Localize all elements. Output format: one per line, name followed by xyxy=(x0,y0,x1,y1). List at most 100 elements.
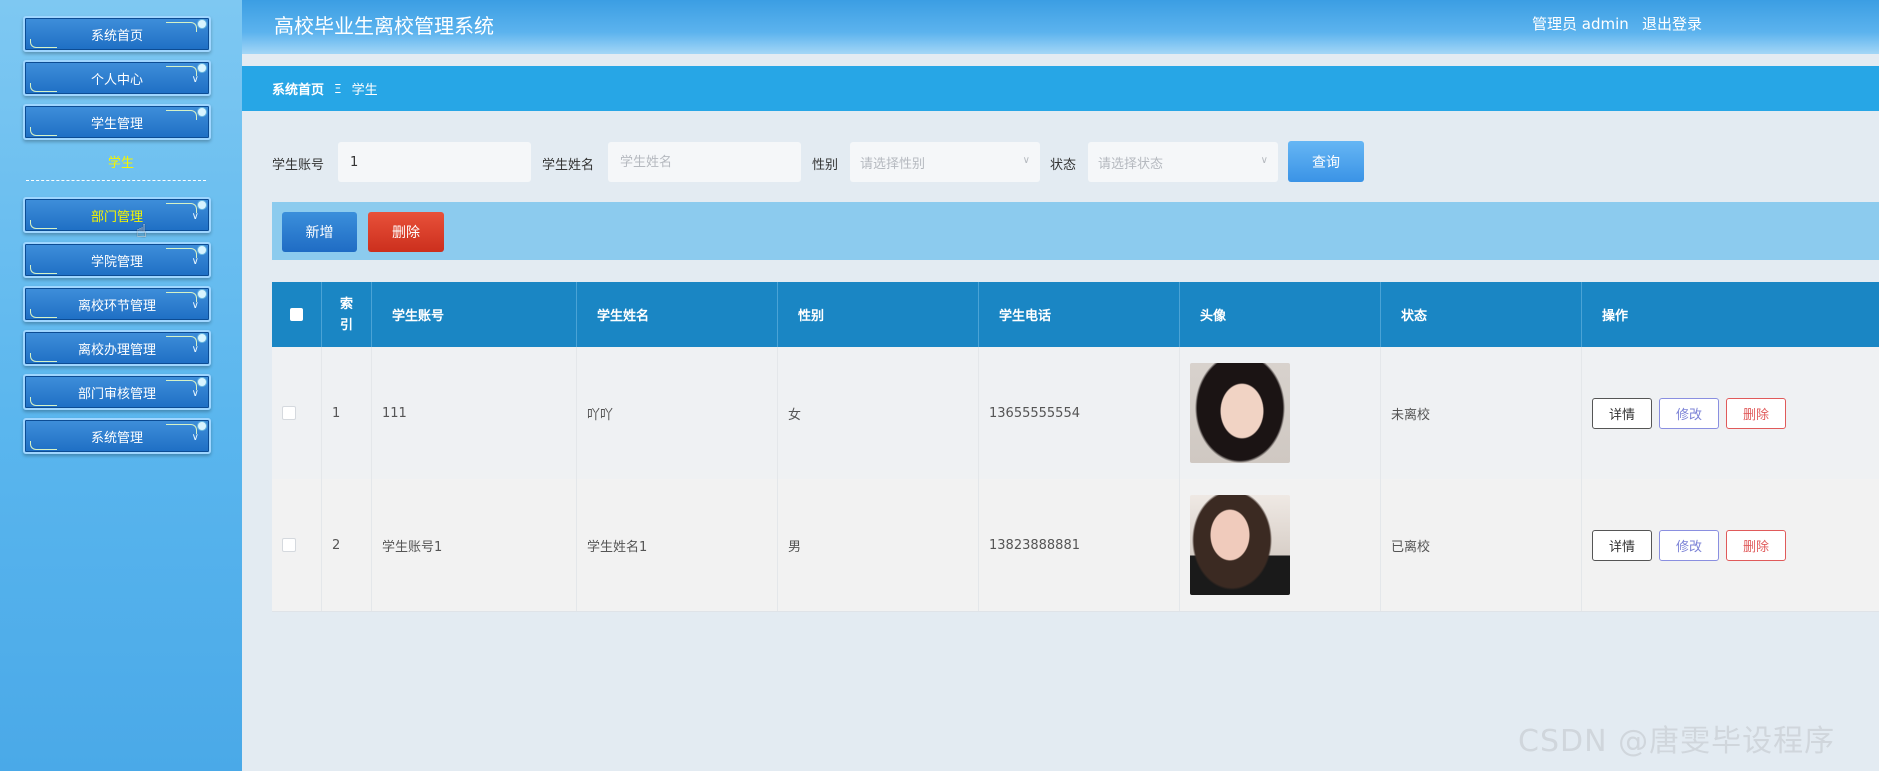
chevron-down-icon: ∨ xyxy=(191,211,199,222)
phone-cell: 13823888881 xyxy=(979,479,1180,611)
sidebar-item-colleges[interactable]: ∨ 学院管理 xyxy=(23,242,211,278)
status-label: 状态 xyxy=(1050,158,1077,173)
select-all-checkbox[interactable] xyxy=(290,308,303,321)
sidebar-item-dept-review[interactable]: ∨ 部门审核管理 xyxy=(23,374,211,410)
row-select-cell xyxy=(272,347,322,479)
dot-icon xyxy=(197,289,207,299)
column-header-avatar: 头像 xyxy=(1180,282,1381,347)
ornament-icon xyxy=(30,265,57,274)
dot-icon xyxy=(197,245,207,255)
detail-button[interactable]: 详情 xyxy=(1592,529,1652,561)
logout-link[interactable]: 退出登录 xyxy=(1642,13,1702,34)
app-title: 高校毕业生离校管理系统 xyxy=(274,14,494,38)
sidebar-item-label: 系统首页 xyxy=(90,28,143,44)
ornament-icon xyxy=(30,397,57,406)
delete-button[interactable]: 删除 xyxy=(1726,529,1786,561)
chevron-down-icon: ∨ xyxy=(191,300,199,311)
students-table: 索 引 学生账号 学生姓名 性别 学生电话 头像 状态 操作 1 111 吖吖 … xyxy=(272,282,1879,612)
watermark: CSDN @唐雯毕设程序 xyxy=(1518,724,1836,759)
sidebar-item-label: 系统管理 xyxy=(90,430,143,446)
delete-button[interactable]: 删除 xyxy=(1726,397,1786,429)
sidebar-item-leave-steps[interactable]: ∨ 离校环节管理 xyxy=(23,286,211,322)
chevron-down-icon: ∨ xyxy=(1260,155,1268,166)
submenu-item-students[interactable]: 学生 xyxy=(0,152,242,171)
student-avatar xyxy=(1190,363,1290,463)
ornament-icon xyxy=(30,220,57,229)
column-header-name: 学生姓名 xyxy=(577,282,778,347)
add-button[interactable]: 新增 xyxy=(282,212,357,252)
dot-icon xyxy=(197,333,207,343)
chevron-down-icon: ∨ xyxy=(191,344,199,355)
student-avatar xyxy=(1190,495,1290,595)
sidebar-item-label: 部门审核管理 xyxy=(77,386,156,402)
ops-cell: 详情 修改 删除 xyxy=(1582,347,1879,479)
breadcrumb-separator-icon: Ξ xyxy=(334,81,342,96)
column-header-index: 索 引 xyxy=(322,282,372,347)
sidebar-item-label: 离校环节管理 xyxy=(77,298,156,314)
ornament-icon xyxy=(30,39,57,48)
divider xyxy=(26,180,206,181)
table-row: 2 学生账号1 学生姓名1 男 13823888881 已离校 详情 修改 删除 xyxy=(272,479,1879,612)
dot-icon xyxy=(197,200,207,210)
sidebar-item-profile[interactable]: ∨ 个人中心 xyxy=(23,60,211,96)
select-all-cell xyxy=(272,282,322,347)
row-select-cell xyxy=(272,479,322,611)
row-checkbox[interactable] xyxy=(282,406,296,420)
status-select-placeholder: 请选择状态 xyxy=(1098,156,1164,172)
gender-label: 性别 xyxy=(812,158,839,173)
query-button[interactable]: 查询 xyxy=(1288,141,1364,182)
column-header-gender: 性别 xyxy=(778,282,979,347)
index-header-line1: 索 xyxy=(339,296,353,312)
index-cell: 1 xyxy=(322,347,372,479)
table-row: 1 111 吖吖 女 13655555554 未离校 详情 修改 删除 xyxy=(272,347,1879,480)
sidebar-item-label: 学院管理 xyxy=(90,254,143,270)
ornament-icon xyxy=(30,309,57,318)
sidebar-item-departments[interactable]: ∨ 部门管理 xyxy=(23,197,211,233)
index-header-line2: 引 xyxy=(339,317,353,333)
name-cell: 吖吖 xyxy=(577,347,778,479)
sidebar-item-home[interactable]: 系统首页 xyxy=(23,16,211,52)
sidebar-item-students[interactable]: 学生管理 xyxy=(23,104,211,140)
dot-icon xyxy=(197,107,207,117)
phone-cell: 13655555554 xyxy=(979,347,1180,479)
ops-cell: 详情 修改 删除 xyxy=(1582,479,1879,611)
name-input[interactable] xyxy=(608,142,801,182)
ornament-icon xyxy=(30,127,57,136)
row-checkbox[interactable] xyxy=(282,538,296,552)
status-select[interactable]: 请选择状态 ∨ xyxy=(1088,142,1278,182)
sidebar-item-leave-processing[interactable]: ∨ 离校办理管理 xyxy=(23,330,211,366)
gender-cell: 女 xyxy=(778,347,979,479)
breadcrumb: 系统首页 Ξ 学生 xyxy=(242,66,1879,111)
sidebar-item-system[interactable]: ∨ 系统管理 xyxy=(23,418,211,454)
action-bar xyxy=(272,202,1879,260)
bulk-delete-button[interactable]: 删除 xyxy=(368,212,444,252)
column-header-ops: 操作 xyxy=(1602,309,1629,324)
dot-icon xyxy=(197,63,207,73)
chevron-down-icon: ∨ xyxy=(191,432,199,443)
chevron-down-icon: ∨ xyxy=(191,74,199,85)
column-header-phone: 学生电话 xyxy=(979,282,1180,347)
account-cell: 111 xyxy=(372,347,577,479)
name-label: 学生姓名 xyxy=(542,158,595,173)
gender-select[interactable]: 请选择性别 ∨ xyxy=(850,142,1040,182)
detail-button[interactable]: 详情 xyxy=(1592,397,1652,429)
ornament-icon xyxy=(166,22,197,32)
edit-button[interactable]: 修改 xyxy=(1659,397,1719,429)
chevron-down-icon: ∨ xyxy=(191,388,199,399)
status-cell: 已离校 xyxy=(1381,479,1582,611)
index-cell: 2 xyxy=(322,479,372,611)
column-header-account: 学生账号 xyxy=(372,282,577,347)
chevron-down-icon: ∨ xyxy=(1022,155,1030,166)
ornament-icon xyxy=(30,353,57,362)
gender-select-placeholder: 请选择性别 xyxy=(860,156,926,172)
breadcrumb-home[interactable]: 系统首页 xyxy=(272,79,324,98)
account-label: 学生账号 xyxy=(272,158,325,173)
column-header-status: 状态 xyxy=(1381,282,1582,347)
account-input[interactable] xyxy=(338,142,531,182)
ornament-icon xyxy=(166,110,197,120)
sidebar-item-label: 离校办理管理 xyxy=(77,342,156,358)
chevron-down-icon: ∨ xyxy=(191,256,199,267)
status-cell: 未离校 xyxy=(1381,347,1582,479)
edit-button[interactable]: 修改 xyxy=(1659,529,1719,561)
dot-icon xyxy=(197,421,207,431)
